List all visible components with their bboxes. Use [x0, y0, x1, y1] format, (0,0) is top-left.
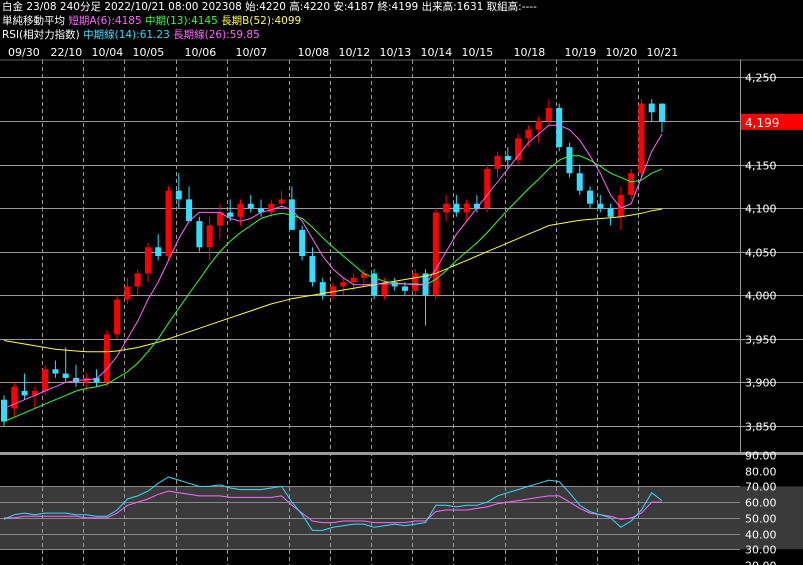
- candle-body: [576, 173, 583, 191]
- last-price-label: 4,199: [745, 116, 779, 130]
- price-tick-label: 3,950: [745, 334, 777, 347]
- candle-body: [340, 282, 347, 287]
- candle-body: [515, 138, 522, 161]
- price-tick-label: 4,250: [745, 72, 777, 85]
- candle-body: [237, 203, 244, 217]
- candle-body: [607, 208, 614, 217]
- candle-body: [504, 155, 511, 161]
- date-label: 10/08: [298, 46, 330, 59]
- candle-body: [401, 286, 408, 291]
- candle-body: [155, 247, 162, 256]
- price-tick-label: 4,100: [745, 203, 777, 216]
- candle-body: [186, 199, 193, 222]
- candle-body: [144, 247, 151, 274]
- candle-body: [103, 334, 110, 383]
- candle-body: [175, 190, 182, 200]
- rsi-tick-label: 60.00: [745, 497, 777, 510]
- candle-body: [330, 286, 336, 296]
- date-label: 10/04: [92, 46, 124, 59]
- candle-body: [1, 399, 7, 422]
- rsi-tick-label: 90.00: [745, 450, 777, 463]
- candle-body: [206, 225, 213, 248]
- date-label: 22/10: [51, 46, 83, 59]
- candle-body: [545, 107, 552, 121]
- rsi-tick-label: 20.00: [745, 560, 777, 565]
- date-label: 10/14: [421, 46, 453, 59]
- candle-body: [597, 203, 604, 209]
- candle-body: [216, 212, 223, 226]
- candle-body: [278, 199, 285, 204]
- candle-body: [247, 203, 254, 209]
- candle-body: [299, 229, 306, 256]
- candle-body: [52, 369, 59, 374]
- candle-body: [350, 277, 357, 283]
- candle-body: [227, 212, 234, 217]
- price-tick-label: 3,900: [745, 377, 777, 390]
- date-label: 10/18: [514, 46, 546, 59]
- date-label: 10/07: [236, 46, 268, 59]
- candle-body: [124, 286, 131, 300]
- date-label: 10/13: [380, 46, 412, 59]
- candle-body: [42, 369, 49, 392]
- price-tick-label: 4,000: [745, 290, 777, 303]
- candle-body: [309, 256, 316, 283]
- candle-body: [453, 203, 460, 213]
- price-tick-label: 4,050: [745, 247, 777, 260]
- candle-body: [62, 373, 69, 378]
- date-label: 10/05: [133, 46, 165, 59]
- candle-body: [525, 129, 532, 139]
- ma-short-line: [3, 124, 663, 409]
- candle-body: [463, 203, 470, 213]
- candle-body: [484, 168, 491, 209]
- rsi-tick-label: 50.00: [745, 513, 777, 526]
- candle-body: [648, 103, 655, 113]
- date-label: 10/12: [339, 46, 371, 59]
- candle-body: [165, 190, 172, 256]
- candle-body: [443, 203, 450, 213]
- candle-body: [21, 391, 28, 396]
- candle-body: [412, 273, 419, 291]
- rsi-tick-label: 70.00: [745, 481, 777, 494]
- rsi-tick-label: 80.00: [745, 466, 777, 479]
- candle-body: [432, 212, 439, 296]
- candle-body: [566, 147, 573, 174]
- candle-body: [114, 299, 121, 335]
- candle-body: [134, 273, 141, 287]
- rsi-tick-label: 30.00: [745, 544, 777, 557]
- candle-body: [535, 120, 542, 130]
- pane-separator: [0, 452, 803, 455]
- price-tick-label: 3,850: [745, 421, 777, 434]
- candle-body: [268, 203, 275, 213]
- rsi-tick-label: 40.00: [745, 529, 777, 542]
- date-label: 10/20: [606, 46, 638, 59]
- candle-body: [638, 103, 645, 174]
- candle-body: [556, 107, 563, 148]
- date-label: 10/21: [647, 46, 679, 59]
- candle-body: [494, 155, 501, 169]
- candle-body: [196, 221, 203, 248]
- date-label: 10/19: [565, 46, 597, 59]
- candle-body: [587, 190, 594, 204]
- date-label: 10/15: [462, 46, 494, 59]
- rsi-band: [0, 486, 803, 550]
- candle-body: [628, 173, 635, 196]
- candle-body: [659, 103, 665, 122]
- date-label: 10/06: [185, 46, 217, 59]
- price-tick-label: 4,150: [745, 160, 777, 173]
- date-label: 09/30: [8, 46, 40, 59]
- ma-long-line: [3, 208, 663, 353]
- price-and-rsi-chart[interactable]: 4,2504,2004,1504,1004,0504,0003,9503,900…: [0, 0, 803, 565]
